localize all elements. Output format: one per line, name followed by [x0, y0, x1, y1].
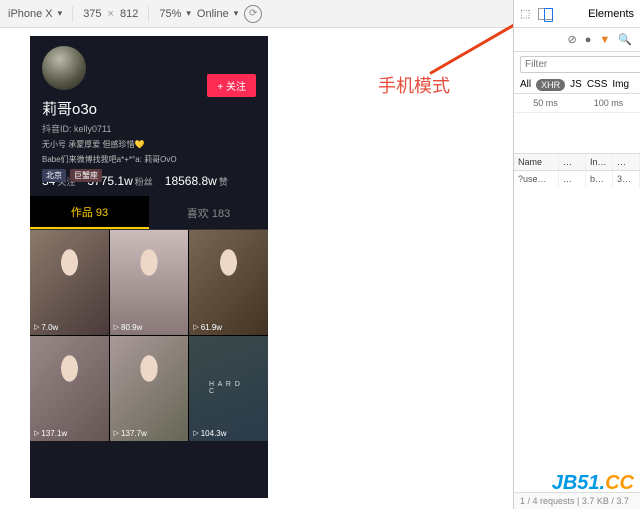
col-status[interactable]: …: [559, 154, 586, 170]
profile-header: + 关注 莉哥o3o 抖音ID: kelly0711 无小号 承蒙厚爱 但感珍惜…: [30, 36, 268, 166]
viewport-width[interactable]: 375: [83, 8, 101, 20]
video-thumb[interactable]: 7.0w: [30, 230, 109, 335]
video-thumb[interactable]: 137.7w: [110, 336, 189, 441]
view-count: 137.1w: [34, 429, 67, 438]
filter-type-row: All XHR JS CSS Img: [514, 77, 640, 93]
req-status: …: [559, 171, 586, 187]
search-icon[interactable]: 🔍: [618, 33, 632, 46]
avatar[interactable]: [42, 46, 86, 90]
viewport-height[interactable]: 812: [120, 8, 138, 20]
location-tag: 北京: [42, 169, 66, 182]
video-thumb[interactable]: 61.9w: [189, 230, 268, 335]
wf-tick-1: 50 ms: [514, 98, 577, 108]
bio-line-2: Babe们来微博找我吧a*+*°a: 莉哥OvO: [42, 154, 256, 165]
user-id: 抖音ID: kelly0711: [42, 122, 256, 135]
inspect-icon[interactable]: ⬚: [520, 7, 530, 20]
filter-css[interactable]: CSS: [587, 79, 608, 91]
devtools-panel: ⬚ Elements ⊘ ● ▼ 🔍 All XHR JS CSS Img 50…: [513, 0, 640, 509]
profile-tabs: 作品 93 喜欢 183: [30, 196, 268, 230]
view-count: 7.0w: [34, 323, 58, 332]
wf-tick-2: 100 ms: [577, 98, 640, 108]
col-initiator[interactable]: In…: [586, 154, 613, 170]
block-icon[interactable]: ⊘: [568, 33, 577, 46]
zodiac-tag: 巨蟹座: [70, 169, 102, 182]
bio-line-1: 无小号 承蒙厚爱 但感珍惜💛: [42, 139, 256, 150]
filter-all[interactable]: All: [520, 79, 531, 91]
wm-a: JB51.: [552, 472, 605, 494]
rotate-icon[interactable]: ⟳: [244, 5, 262, 23]
filter-icon[interactable]: ▼: [599, 34, 610, 46]
video-thumb[interactable]: H A R D C 104.3w: [189, 336, 268, 441]
mobile-preview: + 关注 莉哥o3o 抖音ID: kelly0711 无小号 承蒙厚爱 但感珍惜…: [30, 36, 268, 498]
overlay-text: H A R D C: [209, 381, 248, 395]
watermark: JB51.CC: [552, 472, 634, 495]
tab-likes[interactable]: 喜欢 183: [149, 196, 268, 229]
video-thumb[interactable]: 80.9w: [110, 230, 189, 335]
view-count: 104.3w: [193, 429, 226, 438]
video-thumb[interactable]: 137.1w: [30, 336, 109, 441]
view-count: 137.7w: [114, 429, 147, 438]
video-grid: 7.0w 80.9w 61.9w 137.1w 137.7w H A R D C…: [30, 230, 268, 441]
follow-button[interactable]: + 关注: [207, 74, 256, 97]
col-size[interactable]: …: [613, 154, 640, 170]
dim-x: ×: [108, 8, 114, 20]
col-name[interactable]: Name: [514, 154, 559, 170]
network-select[interactable]: Online: [197, 8, 238, 20]
req-init: b…: [586, 171, 613, 187]
filter-img[interactable]: Img: [612, 79, 629, 91]
device-mode-icon[interactable]: [538, 8, 553, 20]
device-select[interactable]: iPhone X: [8, 8, 62, 20]
zoom-select[interactable]: 75%: [159, 8, 191, 20]
wm-b: CC: [605, 472, 634, 494]
view-count: 80.9w: [114, 323, 143, 332]
elements-tab[interactable]: Elements: [588, 8, 634, 20]
filter-js[interactable]: JS: [570, 79, 582, 91]
username: 莉哥o3o: [42, 98, 256, 119]
filter-xhr[interactable]: XHR: [536, 79, 565, 91]
req-name: ?use…: [514, 171, 559, 187]
record-icon[interactable]: ●: [585, 34, 592, 46]
view-count: 61.9w: [193, 323, 222, 332]
req-size: 3…: [613, 171, 640, 187]
waterfall-header: 50 ms 100 ms: [514, 93, 640, 113]
filter-input[interactable]: [520, 56, 640, 73]
tab-works[interactable]: 作品 93: [30, 196, 149, 229]
table-row[interactable]: ?use… … b… 3…: [514, 171, 640, 187]
network-table: Name … In… … ?use… … b… 3…: [514, 153, 640, 187]
